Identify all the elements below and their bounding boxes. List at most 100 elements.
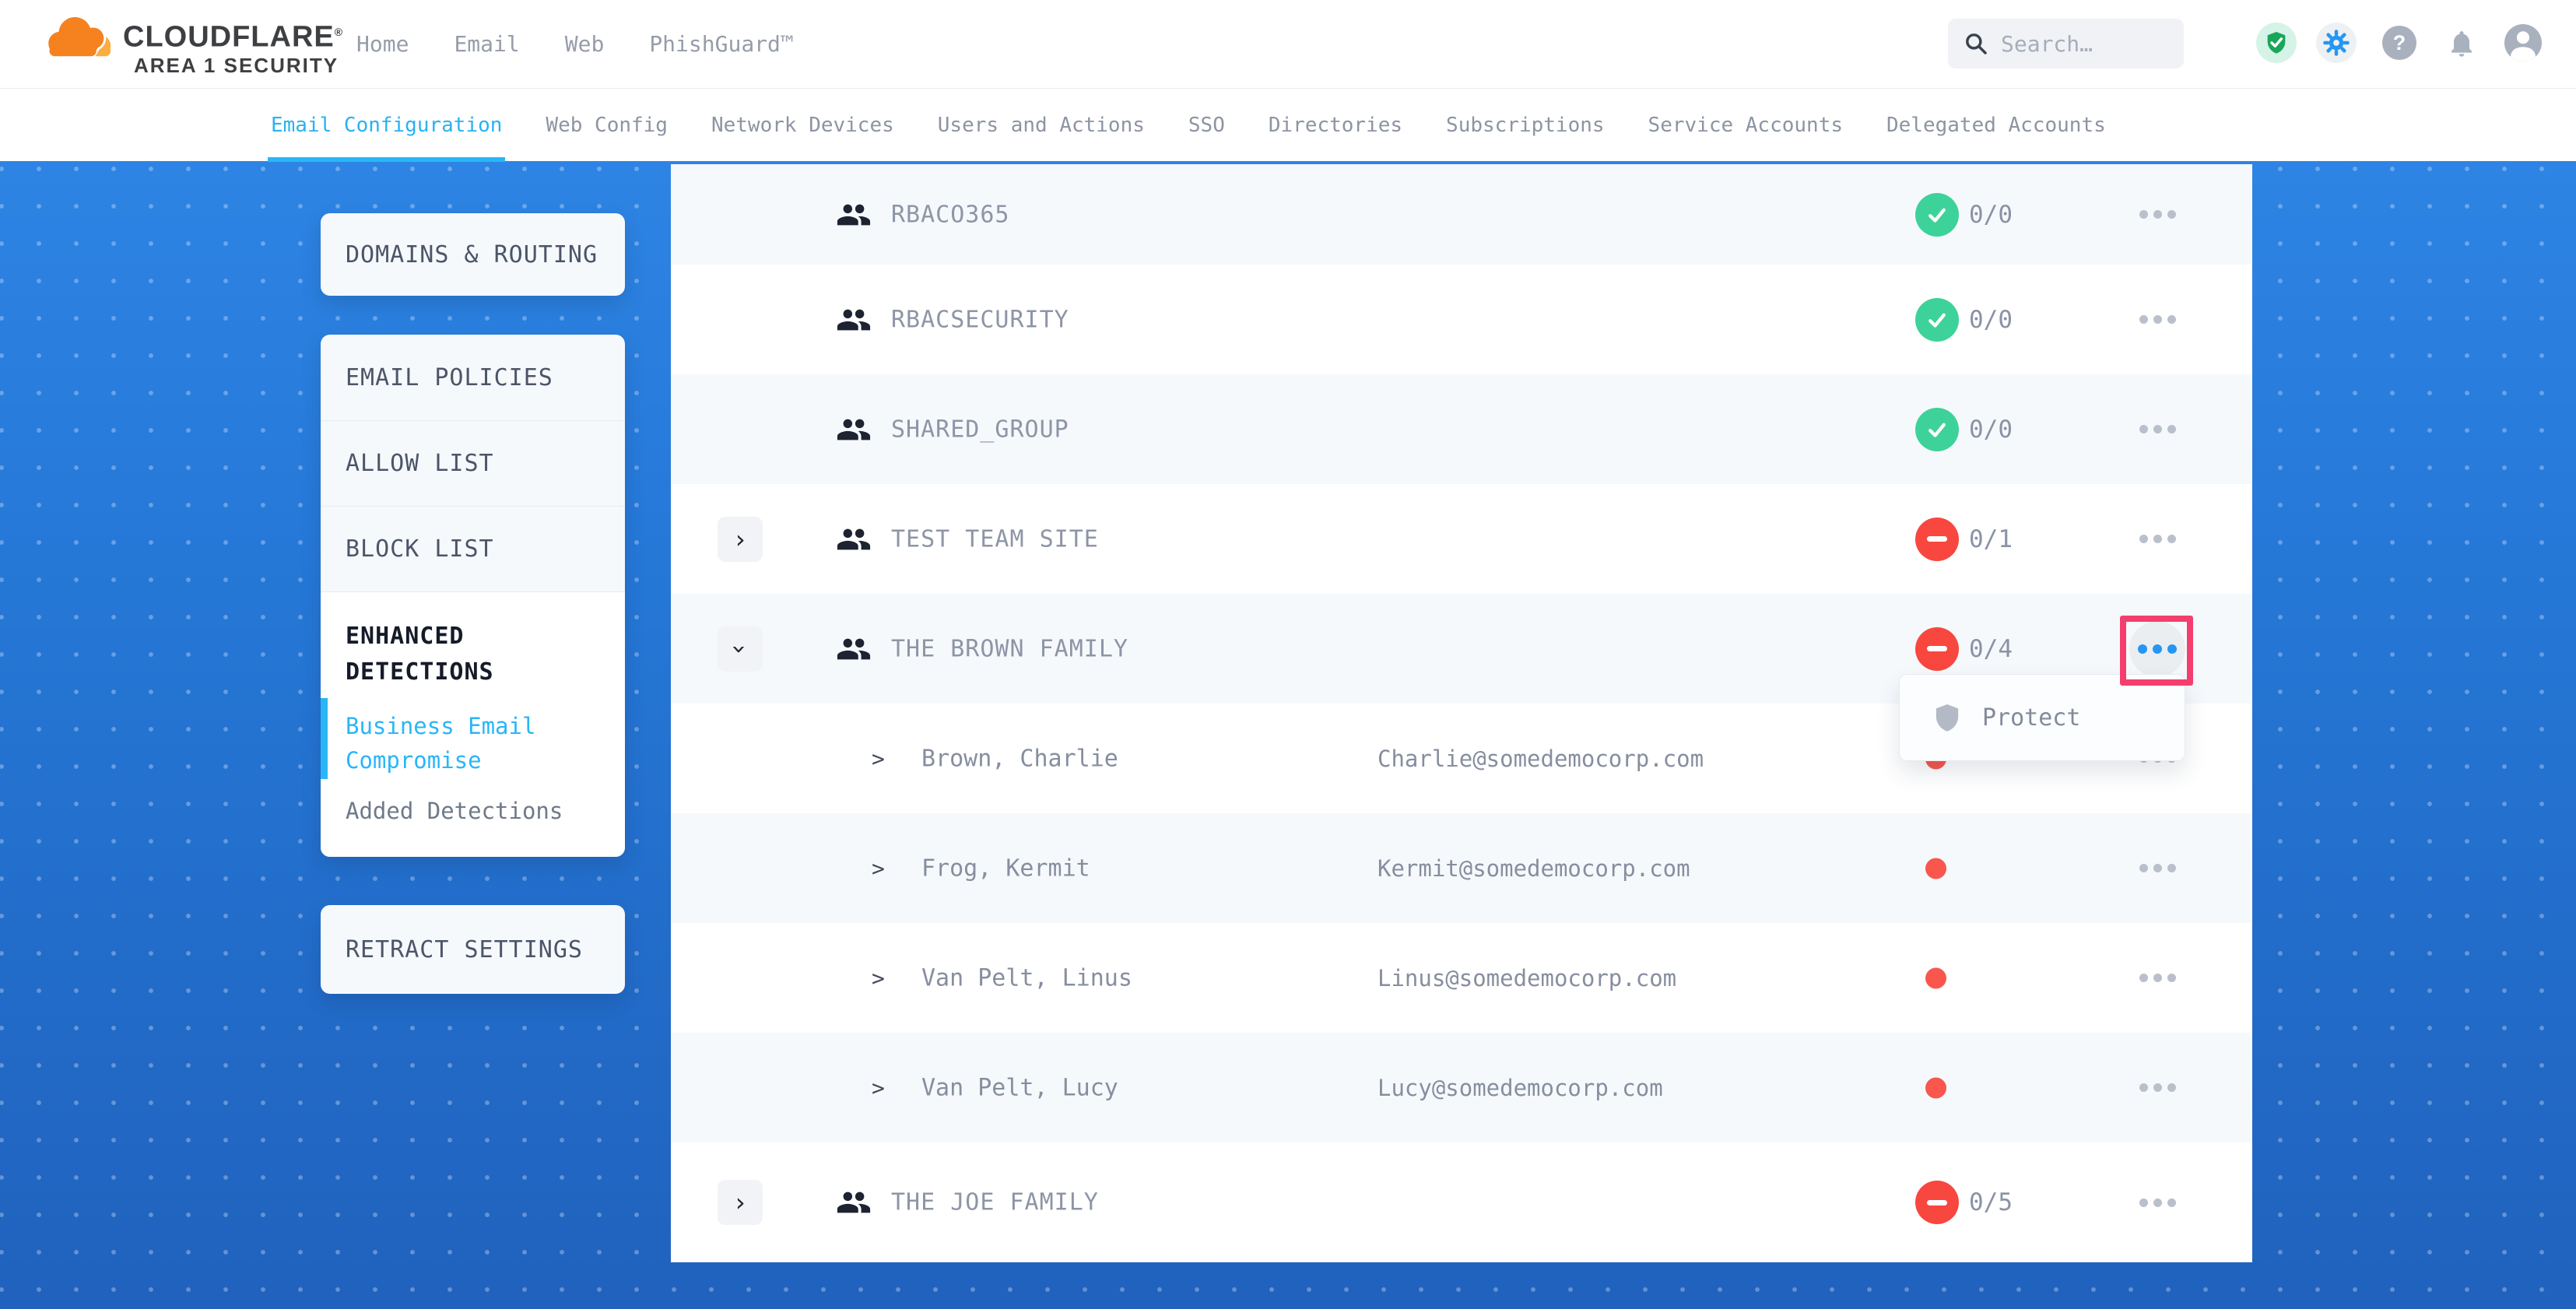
member-email: Charlie@somedemocorp.com: [1377, 746, 1704, 772]
sidebar-item-domains-routing[interactable]: DOMAINS & ROUTING: [321, 213, 625, 296]
row-menu-button[interactable]: [2129, 511, 2185, 567]
member-email: Linus@somedemocorp.com: [1377, 965, 1676, 991]
tab-delegated-accounts[interactable]: Delegated Accounts: [1886, 89, 2106, 162]
status-badge-ok: [1915, 193, 1959, 237]
sidebar-item-block-list[interactable]: BLOCK LIST: [321, 506, 625, 591]
member-name: Frog, Kermit: [921, 855, 1090, 882]
trademark-symbol: ®: [335, 26, 343, 38]
search-input[interactable]: [2001, 31, 2157, 57]
table-row: › THE JOE FAMILY 0/5: [671, 1142, 2252, 1262]
member-row: > Van Pelt, Lucy Lucy@somedemocorp.com: [671, 1033, 2252, 1142]
active-item-indicator: [321, 698, 328, 779]
table-row: SHARED_GROUP 0/0: [671, 374, 2252, 484]
group-name: RBACSECURITY: [891, 306, 1069, 333]
group-name: SHARED_GROUP: [891, 416, 1069, 443]
account-avatar-icon[interactable]: [2504, 24, 2542, 61]
nav-item-phishguard[interactable]: PhishGuard™: [649, 31, 793, 57]
tab-network-devices[interactable]: Network Devices: [711, 89, 894, 162]
member-name: Brown, Charlie: [921, 745, 1118, 772]
expand-row-button[interactable]: ›: [718, 1180, 763, 1225]
expand-row-button[interactable]: ›: [718, 517, 763, 562]
protected-count: 0/5: [1969, 1188, 2013, 1216]
shield-check-icon[interactable]: [2256, 23, 2297, 63]
collapse-row-button[interactable]: ›: [718, 626, 763, 672]
context-menu: Protect: [1899, 674, 2185, 761]
sidebar-item-added-detections[interactable]: Added Detections: [346, 798, 602, 824]
tab-web-config[interactable]: Web Config: [546, 89, 668, 162]
minus-icon: [1927, 1200, 1947, 1205]
tab-sso[interactable]: SSO: [1188, 89, 1225, 162]
minus-icon: [1927, 646, 1947, 651]
nav-item-email[interactable]: Email: [454, 31, 519, 57]
group-icon: [836, 524, 872, 555]
group-name: TEST TEAM SITE: [891, 525, 1099, 553]
click-target-highlight: [2120, 616, 2193, 686]
sidebar-section-enhanced-detections[interactable]: ENHANCED DETECTIONS Business Email Compr…: [321, 591, 625, 857]
status-badge-ok: [1915, 408, 1959, 451]
cloudflare-logo: CLOUDFLARE® AREA 1 SECURITY: [37, 9, 343, 77]
status-badge-ok: [1915, 298, 1959, 342]
tab-service-accounts[interactable]: Service Accounts: [1648, 89, 1843, 162]
search-bar[interactable]: [1948, 19, 2184, 68]
status-dot-alert: [1925, 1077, 1946, 1098]
group-icon: [836, 304, 872, 335]
settings-gear-icon[interactable]: [2316, 23, 2357, 63]
row-menu-button[interactable]: [2129, 402, 2185, 458]
group-icon: [836, 1187, 872, 1218]
chevron-right-icon: ›: [732, 527, 747, 552]
row-menu-button[interactable]: [2129, 1060, 2185, 1116]
table-row: RBACO365 0/0: [671, 164, 2252, 265]
tab-subscriptions[interactable]: Subscriptions: [1446, 89, 1605, 162]
status-badge-alert: [1915, 1181, 1959, 1224]
nav-item-home[interactable]: Home: [356, 31, 409, 57]
menu-item-protect[interactable]: Protect: [1982, 704, 2080, 732]
protected-count: 0/1: [1969, 525, 2013, 553]
status-badge-alert: [1915, 627, 1959, 671]
secondary-nav: Email Configuration Web Config Network D…: [0, 88, 2576, 161]
table-row: › TEST TEAM SITE 0/1: [671, 484, 2252, 594]
tab-email-configuration[interactable]: Email Configuration: [271, 89, 502, 162]
member-marker: >: [872, 1075, 885, 1100]
group-icon: [836, 414, 872, 445]
member-marker: >: [872, 965, 885, 991]
tab-users-and-actions[interactable]: Users and Actions: [938, 89, 1145, 162]
help-icon[interactable]: ?: [2382, 26, 2416, 60]
group-name: RBACO365: [891, 201, 1010, 228]
protected-count: 0/0: [1969, 416, 2013, 444]
protected-count: 0/0: [1969, 306, 2013, 334]
notifications-bell-icon[interactable]: [2444, 26, 2479, 61]
status-dot-alert: [1925, 858, 1946, 879]
group-name: THE JOE FAMILY: [891, 1189, 1099, 1216]
status-dot-alert: [1925, 967, 1946, 988]
sidebar-policies-card: EMAIL POLICIES ALLOW LIST BLOCK LIST ENH…: [321, 335, 625, 857]
protected-count: 0/0: [1969, 201, 2013, 229]
sidebar-item-allow-list[interactable]: ALLOW LIST: [321, 420, 625, 506]
sidebar-item-email-policies[interactable]: EMAIL POLICIES: [321, 335, 625, 420]
row-menu-button[interactable]: [2129, 950, 2185, 1006]
member-name: Van Pelt, Lucy: [921, 1074, 1118, 1101]
minus-icon: [1927, 536, 1947, 542]
group-icon: [836, 633, 872, 665]
tab-directories[interactable]: Directories: [1269, 89, 1402, 162]
row-menu-button[interactable]: [2129, 187, 2185, 243]
group-name: THE BROWN FAMILY: [891, 635, 1128, 662]
chevron-down-icon: ›: [728, 641, 753, 656]
member-email: Lucy@somedemocorp.com: [1377, 1075, 1663, 1101]
brand-name: CLOUDFLARE®: [123, 16, 343, 54]
shield-icon: [1934, 703, 1960, 732]
status-badge-alert: [1915, 518, 1959, 561]
groups-table: RBACO365 0/0 RBACSECURITY 0/0 SHARED_GRO…: [671, 164, 2252, 1262]
member-row: > Frog, Kermit Kermit@somedemocorp.com: [671, 813, 2252, 923]
row-menu-button[interactable]: [2129, 840, 2185, 897]
enhanced-detections-title: ENHANCED DETECTIONS: [346, 619, 602, 690]
sidebar-item-business-email-compromise[interactable]: Business Email Compromise: [346, 709, 602, 777]
chevron-right-icon: ›: [732, 1190, 747, 1215]
row-menu-button[interactable]: [2129, 292, 2185, 348]
sidebar-item-retract-settings[interactable]: RETRACT SETTINGS: [321, 905, 625, 994]
member-marker: >: [872, 746, 885, 771]
search-icon: [1964, 31, 1988, 56]
member-email: Kermit@somedemocorp.com: [1377, 855, 1690, 882]
nav-item-web[interactable]: Web: [565, 31, 605, 57]
row-menu-button[interactable]: [2129, 1174, 2185, 1230]
member-marker: >: [872, 855, 885, 881]
